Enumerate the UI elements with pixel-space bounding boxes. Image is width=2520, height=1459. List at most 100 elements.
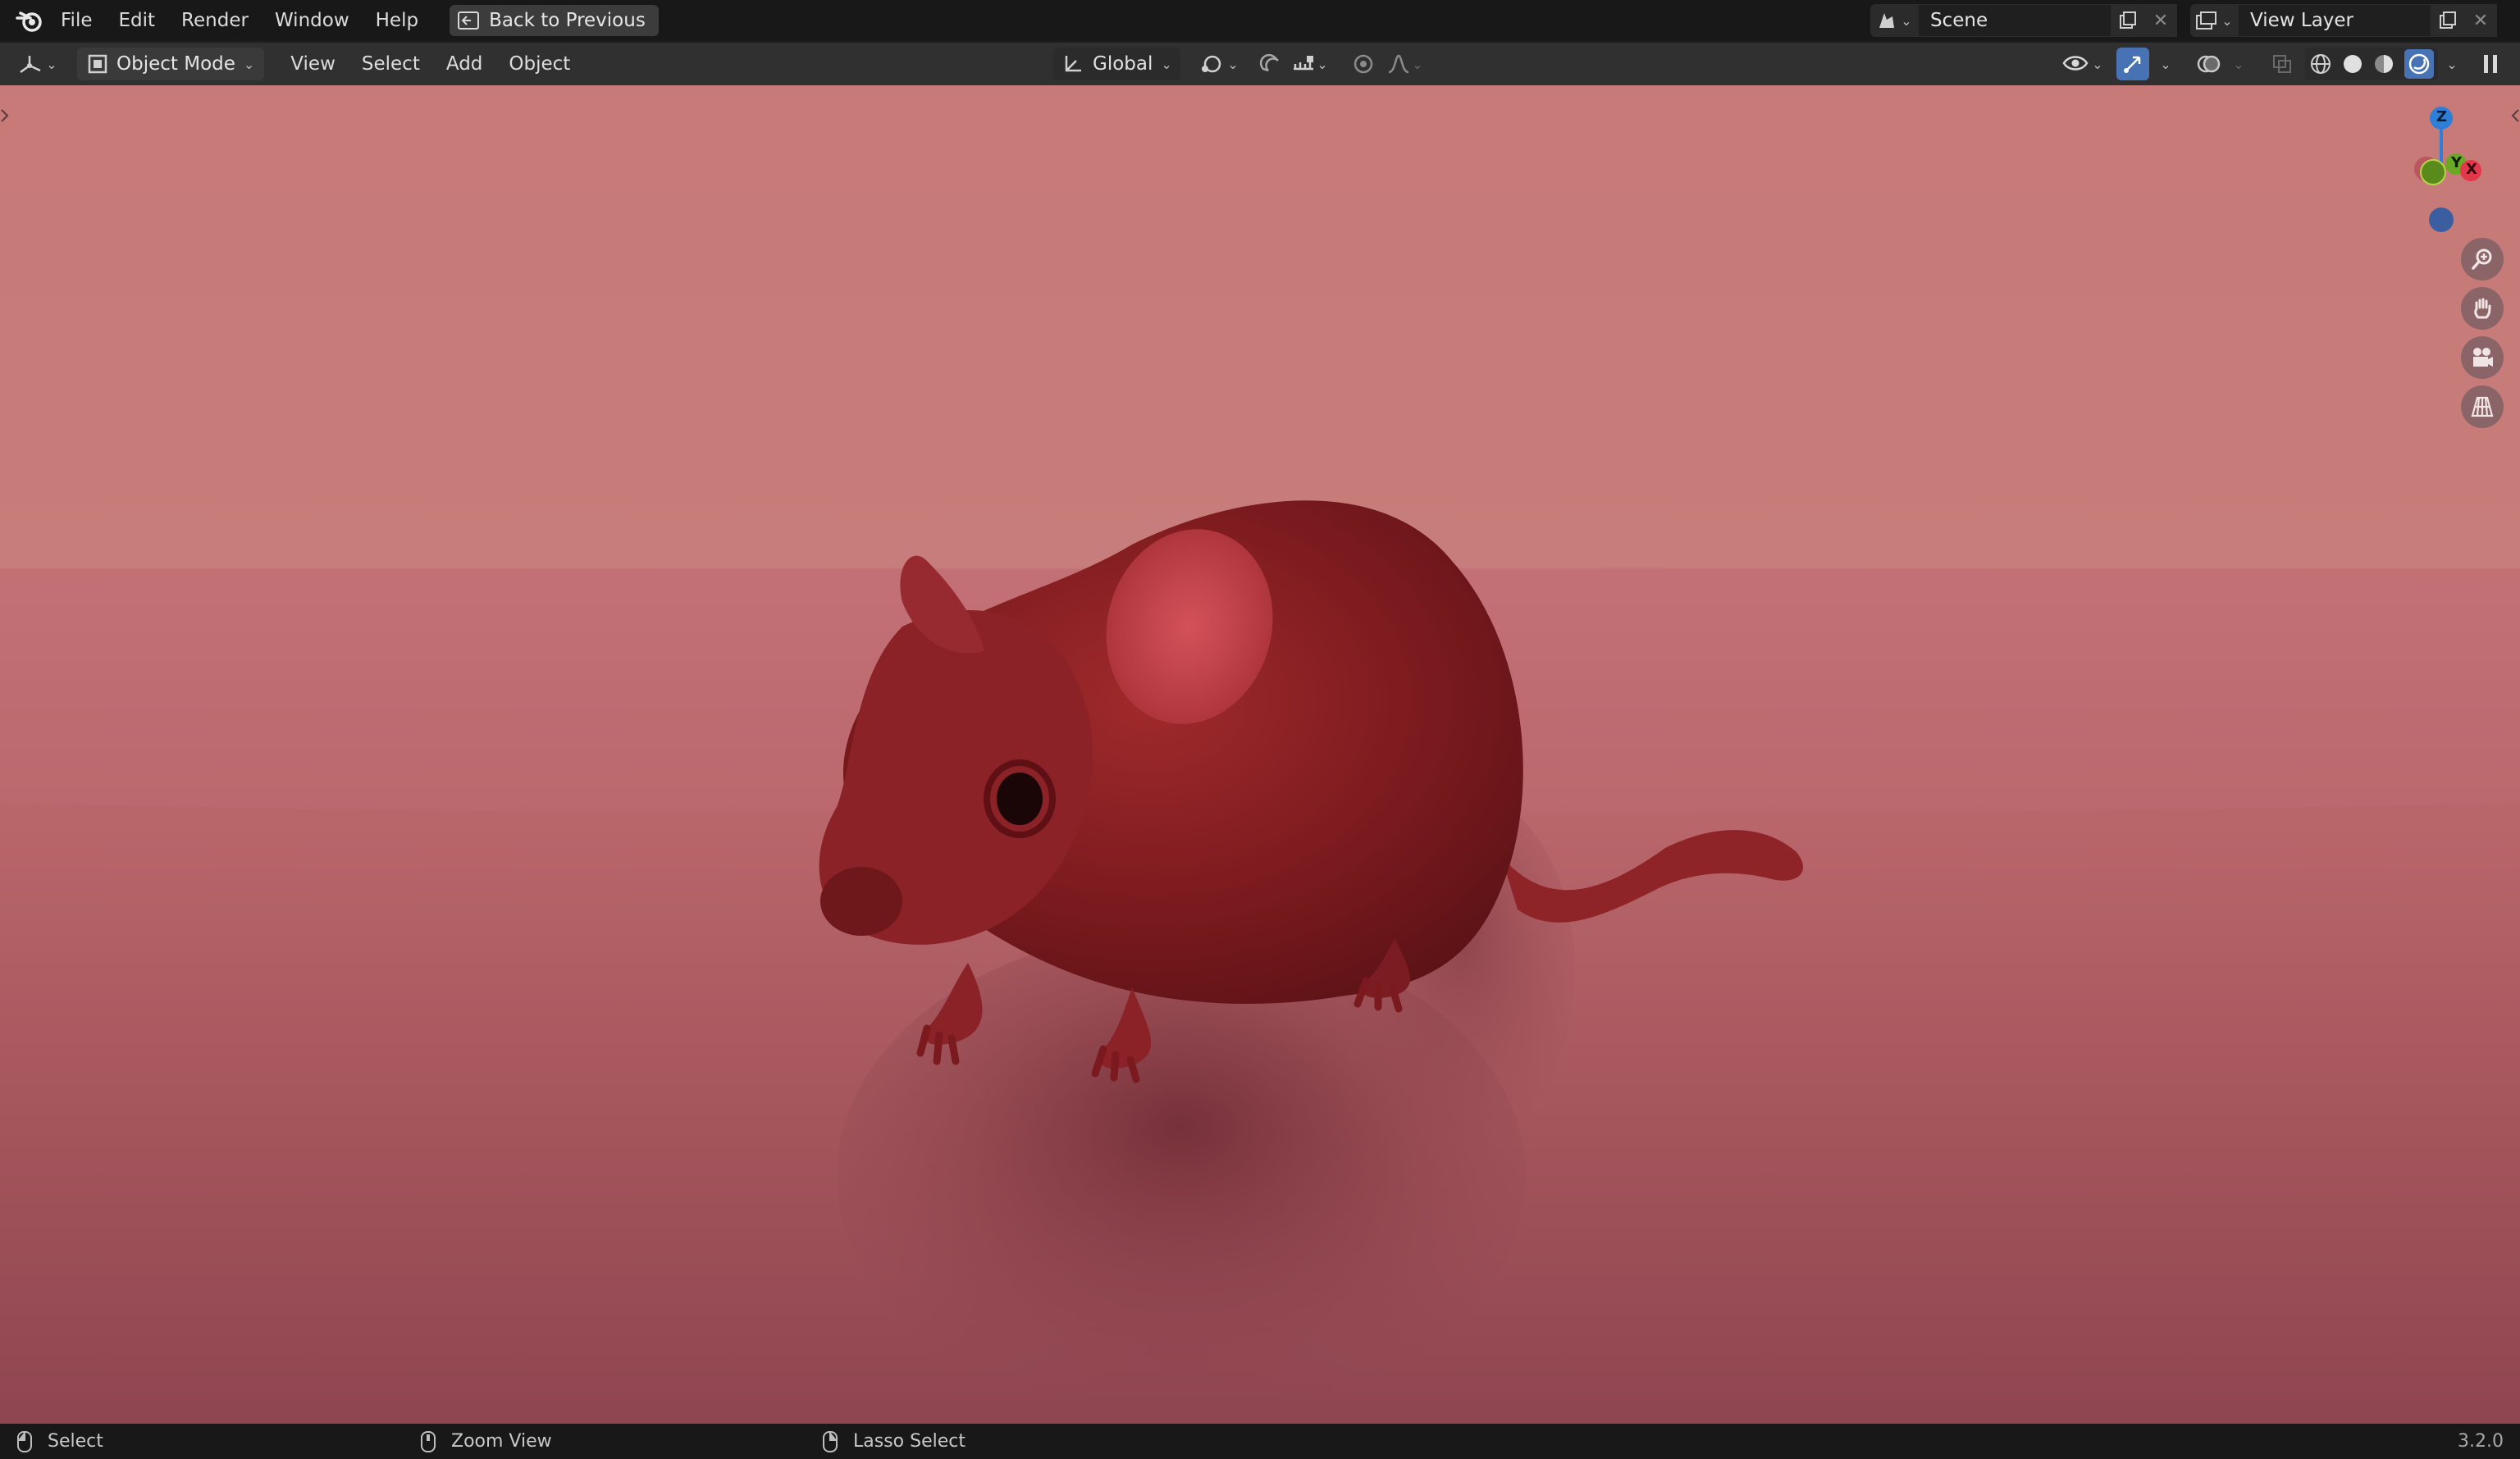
- chevron-down-icon: ⌄: [2233, 56, 2244, 72]
- status-zoom-label: Zoom View: [451, 1431, 552, 1452]
- mouse-right-button-icon: [823, 1430, 838, 1452]
- proportional-editing-icon: [1354, 54, 1373, 74]
- material-preview-shading-icon[interactable]: [2372, 52, 2395, 75]
- back-to-previous-label: Back to Previous: [489, 10, 646, 31]
- pan-view-button[interactable]: [2461, 287, 2504, 330]
- chevron-down-icon: ⌄: [2160, 56, 2171, 72]
- pivot-point-icon: [1202, 55, 1221, 73]
- pause-icon: [2484, 55, 2497, 73]
- chevron-down-icon: ⌄: [1412, 56, 1423, 72]
- show-overlays-toggle[interactable]: [2192, 48, 2225, 80]
- viewport-header: ⌄ Object Mode ⌄ View Select Add Object G…: [0, 43, 2520, 85]
- snap-target-dropdown[interactable]: ⌄: [1286, 48, 1334, 80]
- proportional-falloff-dropdown[interactable]: ⌄: [1381, 48, 1429, 80]
- xray-icon: [2273, 55, 2291, 73]
- chevron-down-icon: ⌄: [1901, 12, 1912, 29]
- status-lasso-label: Lasso Select: [853, 1431, 966, 1452]
- gizmo-z-label: Z: [2436, 108, 2448, 125]
- navigation-gizmo[interactable]: Z Y X: [2356, 85, 2520, 249]
- status-zoom-hint: Zoom View: [420, 1430, 552, 1453]
- status-select-hint: Select: [16, 1430, 103, 1453]
- blender-logo-icon[interactable]: [11, 2, 48, 39]
- status-lasso-hint: Lasso Select: [822, 1430, 966, 1453]
- transform-orientation-label: Global: [1093, 53, 1153, 75]
- pause-render-button[interactable]: [2474, 48, 2507, 80]
- rendered-shading-button[interactable]: [2404, 49, 2434, 79]
- proportional-editing-toggle[interactable]: [1347, 48, 1380, 80]
- scene-name-field[interactable]: Scene: [1918, 4, 2111, 37]
- menu-help[interactable]: Help: [363, 0, 431, 41]
- status-bar: Select Zoom View Lasso Select 3.2.0: [0, 1424, 2520, 1459]
- scene-browse-button[interactable]: ⌄: [1870, 4, 1918, 37]
- overlays-icon: [2197, 55, 2221, 73]
- view-layer-browse-button[interactable]: ⌄: [2190, 4, 2238, 37]
- 3d-viewport-icon: [20, 56, 41, 74]
- mouse-middle-button-icon: [421, 1430, 436, 1452]
- camera-view-button[interactable]: [2461, 336, 2504, 379]
- new-view-layer-icon[interactable]: [2431, 4, 2464, 37]
- mouse-left-button-icon: [17, 1430, 32, 1452]
- gizmo-icon: [2124, 56, 2141, 73]
- view-layer-name-field[interactable]: View Layer: [2238, 4, 2431, 37]
- hand-icon: [2474, 298, 2491, 319]
- zoom-view-button[interactable]: [2461, 238, 2504, 280]
- editor-type-button[interactable]: ⌄: [11, 48, 64, 80]
- version-label: 3.2.0: [2458, 1431, 2504, 1452]
- view-layer-icon: [2196, 11, 2217, 30]
- scene-icon: [1879, 13, 1895, 28]
- object-mode-icon: [88, 54, 107, 74]
- gizmo-options-dropdown[interactable]: ⌄: [2149, 48, 2182, 80]
- solid-shading-icon[interactable]: [2341, 52, 2364, 75]
- back-arrow-icon: [458, 11, 480, 30]
- orientation-axes-icon: [1065, 56, 1081, 72]
- chevron-down-icon: ⌄: [2092, 56, 2103, 72]
- grid-perspective-icon: [2471, 396, 2494, 417]
- xray-toggle[interactable]: [2266, 48, 2299, 80]
- magnet-icon: [1259, 53, 1279, 72]
- pivot-point-dropdown[interactable]: ⌄: [1194, 48, 1244, 80]
- transform-orientation-dropdown[interactable]: Global ⌄: [1053, 48, 1180, 80]
- chevron-down-icon: ⌄: [243, 56, 255, 72]
- wireframe-shading-icon[interactable]: [2309, 52, 2332, 75]
- falloff-curve-icon: [1388, 54, 1409, 74]
- view-layer-selector: ⌄ View Layer ✕: [2190, 4, 2497, 37]
- back-to-previous-button[interactable]: Back to Previous: [450, 5, 659, 36]
- shading-options-dropdown[interactable]: ⌄: [2438, 48, 2466, 80]
- rendered-shading-icon: [2408, 53, 2429, 75]
- menu-view[interactable]: View: [277, 43, 349, 85]
- object-mode-label: Object Mode: [116, 53, 235, 75]
- object-mode-dropdown[interactable]: Object Mode ⌄: [77, 48, 265, 80]
- menu-render[interactable]: Render: [168, 0, 262, 41]
- new-scene-icon[interactable]: [2111, 4, 2144, 37]
- status-select-label: Select: [48, 1431, 103, 1452]
- menu-file[interactable]: File: [48, 0, 106, 41]
- snap-increment-icon: [1294, 56, 1314, 71]
- gizmo-x-label: X: [2466, 161, 2477, 178]
- camera-icon: [2473, 348, 2493, 367]
- menu-add[interactable]: Add: [433, 43, 496, 85]
- overlays-options-dropdown[interactable]: ⌄: [2225, 48, 2253, 80]
- toggle-perspective-button[interactable]: [2461, 385, 2504, 428]
- delete-scene-icon[interactable]: ✕: [2144, 4, 2177, 37]
- gizmo-y-label: Y: [2451, 154, 2463, 171]
- eye-icon: [2062, 56, 2089, 71]
- menu-edit[interactable]: Edit: [106, 0, 169, 41]
- chevron-down-icon: ⌄: [1161, 56, 1172, 72]
- mouse-model-render: [819, 500, 1804, 1422]
- top-bar: File Edit Render Window Help Back to Pre…: [0, 0, 2520, 41]
- scene-selector: ⌄ Scene ✕: [1870, 4, 2177, 37]
- shading-mode-group: [2305, 48, 2438, 80]
- menu-select[interactable]: Select: [349, 43, 433, 85]
- snap-toggle[interactable]: [1253, 48, 1286, 80]
- zoom-magnifier-icon: [2472, 248, 2492, 270]
- menu-object[interactable]: Object: [495, 43, 583, 85]
- show-gizmo-toggle[interactable]: [2116, 48, 2149, 80]
- object-visibility-dropdown[interactable]: ⌄: [2057, 48, 2108, 80]
- chevron-down-icon: ⌄: [46, 56, 57, 72]
- chevron-down-icon: ⌄: [2221, 12, 2233, 29]
- menu-window[interactable]: Window: [262, 0, 363, 41]
- chevron-down-icon: ⌄: [2446, 56, 2458, 72]
- delete-view-layer-icon[interactable]: ✕: [2464, 4, 2497, 37]
- chevron-down-icon: ⌄: [1317, 56, 1328, 72]
- 3d-viewport[interactable]: Z Y X: [0, 85, 2520, 1424]
